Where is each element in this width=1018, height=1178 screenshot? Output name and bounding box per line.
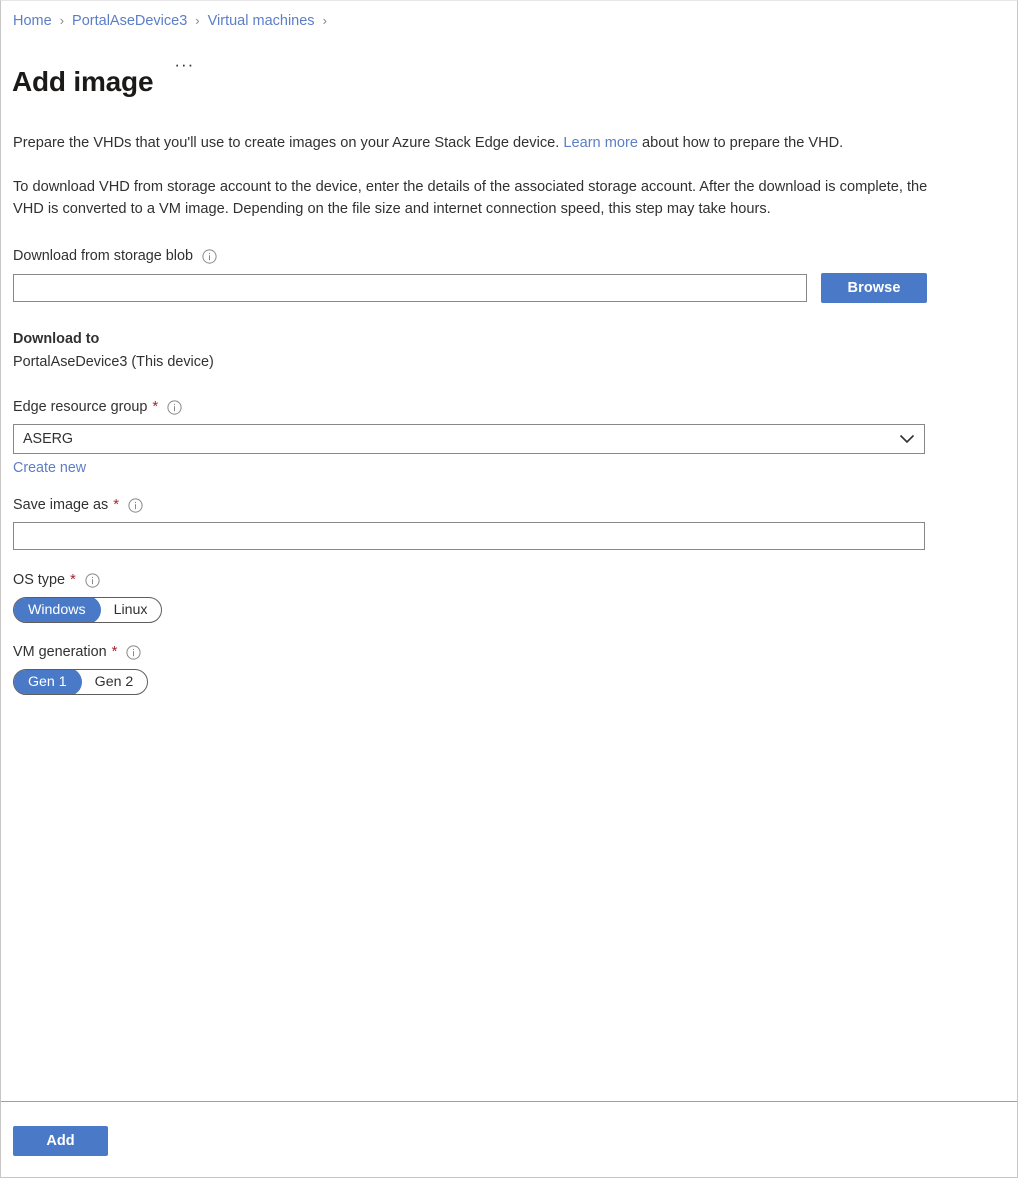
vm-generation-option-gen2[interactable]: Gen 2 [81,669,148,695]
breadcrumb: Home › PortalAseDevice3 › Virtual machin… [13,12,335,30]
os-type-toggle-group: Windows Linux [13,597,162,623]
description-paragraph-2: To download VHD from storage account to … [13,176,935,220]
required-asterisk: * [112,645,118,659]
required-asterisk: * [113,498,119,512]
field-storage-blob: Download from storage blob Browse [13,246,1005,303]
required-asterisk: * [152,400,158,414]
more-options-icon[interactable]: ··· [171,46,197,84]
vm-generation-label-row: VM generation * [13,642,1005,662]
vm-generation-label: VM generation [13,642,107,662]
field-download-to: Download to PortalAseDevice3 (This devic… [13,329,1005,373]
edge-resource-group-selected-value: ASERG [23,431,73,447]
breadcrumb-item-device[interactable]: PortalAseDevice3 [72,12,187,30]
save-image-as-label-row: Save image as * [13,495,1005,515]
storage-blob-input[interactable] [13,274,807,302]
page-title: Add image [12,63,153,101]
storage-blob-label: Download from storage blob [13,246,193,266]
add-image-blade: Home › PortalAseDevice3 › Virtual machin… [0,0,1018,1178]
edge-resource-group-label: Edge resource group [13,397,147,417]
field-edge-resource-group: Edge resource group * ASERG [13,397,1005,477]
storage-blob-label-row: Download from storage blob [13,246,1005,266]
os-type-option-linux[interactable]: Linux [100,597,162,623]
field-vm-generation: VM generation * Gen 1 Gen 2 [13,642,1005,695]
description-paragraph-1: Prepare the VHDs that you'll use to crea… [13,132,935,154]
os-type-label: OS type [13,570,65,590]
info-icon[interactable] [126,645,141,660]
blade-content: Prepare the VHDs that you'll use to crea… [1,132,1017,695]
info-icon[interactable] [167,400,182,415]
footer-divider [1,1101,1017,1102]
breadcrumb-separator-icon: › [195,12,199,30]
os-type-option-windows[interactable]: Windows [14,597,100,623]
os-type-label-row: OS type * [13,570,1005,590]
breadcrumb-separator-icon: › [60,12,64,30]
required-asterisk: * [70,573,76,587]
info-icon[interactable] [202,249,217,264]
learn-more-link[interactable]: Learn more [563,135,638,151]
breadcrumb-item-virtual-machines[interactable]: Virtual machines [208,12,315,30]
save-image-as-label: Save image as [13,495,108,515]
description-text-after-link: about how to prepare the VHD. [638,135,843,151]
title-row: Add image ··· [12,44,197,120]
edge-resource-group-select[interactable]: ASERG [13,424,925,454]
edge-resource-group-label-row: Edge resource group * [13,397,1005,417]
download-to-label: Download to [13,329,1005,350]
create-new-link[interactable]: Create new [13,460,86,476]
add-button[interactable]: Add [13,1126,108,1156]
storage-blob-input-row: Browse [13,273,1005,303]
info-icon[interactable] [85,573,100,588]
description-text-before-link: Prepare the VHDs that you'll use to crea… [13,135,563,151]
field-save-image-as: Save image as * [13,495,1005,550]
field-os-type: OS type * Windows Linux [13,570,1005,623]
breadcrumb-item-home[interactable]: Home [13,12,52,30]
save-image-as-input[interactable] [13,522,925,550]
vm-generation-toggle-group: Gen 1 Gen 2 [13,669,148,695]
info-icon[interactable] [128,498,143,513]
vm-generation-option-gen1[interactable]: Gen 1 [14,669,81,695]
breadcrumb-separator-icon: › [323,12,327,30]
browse-button[interactable]: Browse [821,273,927,303]
download-to-value: PortalAseDevice3 (This device) [13,351,1005,373]
edge-resource-group-select-wrap: ASERG [13,424,925,454]
